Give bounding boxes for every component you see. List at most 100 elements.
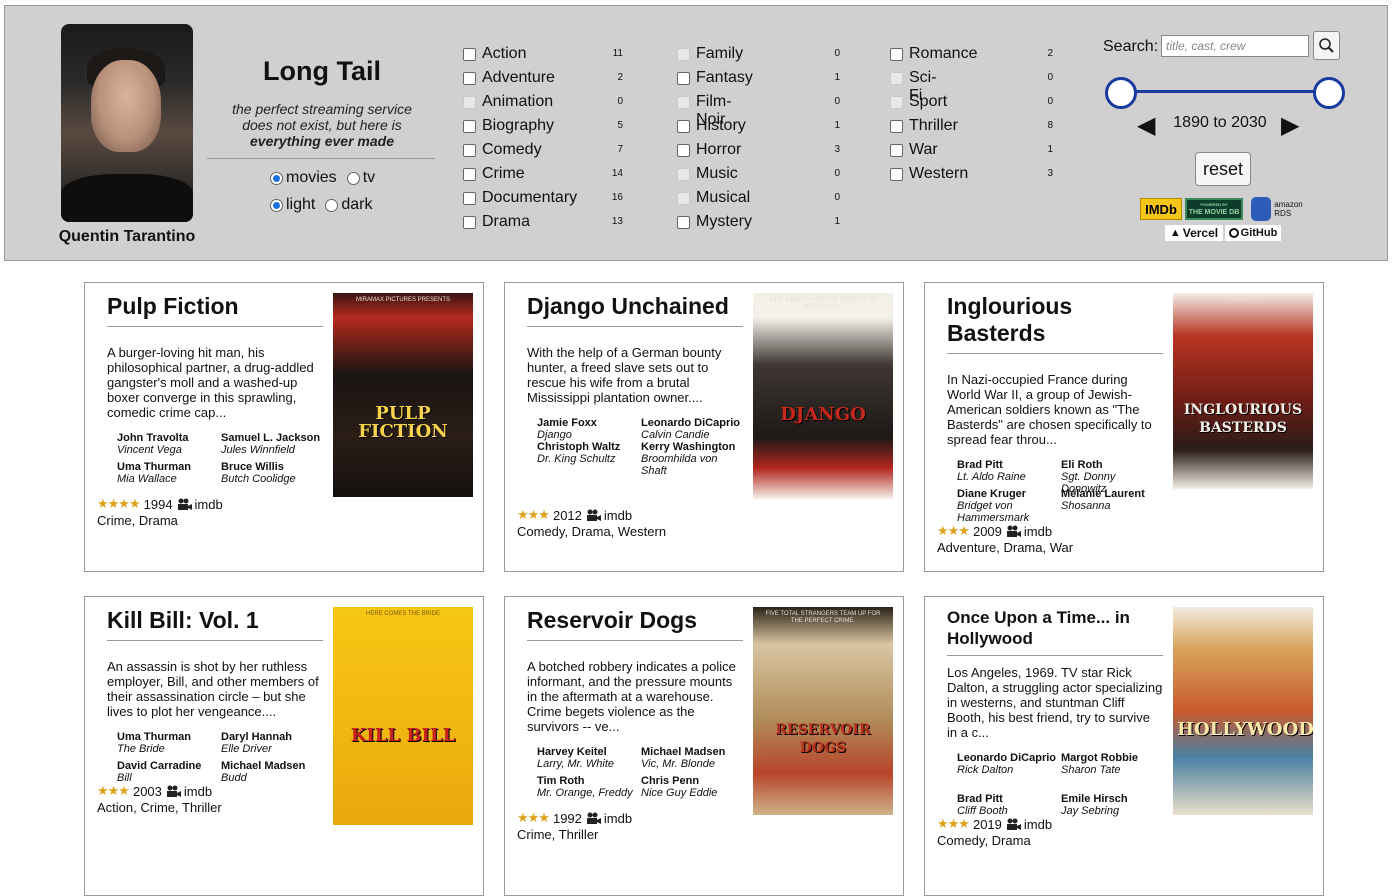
movie-card[interactable]: Inglourious Basterds In Nazi-occupied Fra… [924,282,1324,572]
rds-cylinder-icon [1251,197,1272,221]
cast-member[interactable]: Leonardo DiCaprio Calvin Candie [641,417,741,441]
film-camera-icon[interactable] [586,812,601,824]
genre-checkbox[interactable] [463,48,476,61]
genre-checkbox[interactable] [677,216,690,229]
radio-movies[interactable]: movies [270,169,337,187]
cast-member[interactable]: Jamie Foxx Django [537,417,637,441]
film-camera-icon[interactable] [177,498,192,510]
film-camera-icon[interactable] [1006,525,1021,537]
radio-light-indicator[interactable] [270,198,283,212]
cast-member[interactable]: Brad Pitt Lt. Aldo Raine [957,459,1057,483]
imdb-link[interactable]: imdb [184,784,212,799]
search-input[interactable]: title, cast, crew [1161,35,1309,57]
movie-card[interactable]: Pulp Fiction A burger-loving hit man, his… [84,282,484,572]
brand-title: Long Tail [263,56,381,86]
movie-title[interactable]: Reservoir Dogs [527,607,739,634]
movie-poster[interactable]: ONCE UPON A TIME IN HOLLYWOOD [1173,607,1313,815]
movie-card[interactable]: Django Unchained With the help of a Germa… [504,282,904,572]
genre-checkbox[interactable] [463,216,476,229]
film-camera-icon[interactable] [166,785,181,797]
movie-title[interactable]: Pulp Fiction [107,293,319,320]
imdb-logo[interactable]: IMDb [1140,198,1182,220]
cast-member[interactable]: Tim Roth Mr. Orange, Freddy [537,775,637,799]
movie-card[interactable]: Once Upon a Time... in Hollywood Los Ange… [924,596,1324,896]
genre-checkbox[interactable] [463,120,476,133]
cast-member[interactable]: David Carradine Bill [117,760,217,784]
year-slider-track[interactable] [1107,90,1337,93]
movie-poster[interactable]: LIFE, LIBERTY AND THE PURSUIT OF VENGEAN… [753,293,893,499]
film-camera-icon[interactable] [586,509,601,521]
genre-checkbox [677,96,690,109]
genre-checkbox[interactable] [890,144,903,157]
movie-title[interactable]: Once Upon a Time... in Hollywood [947,607,1159,649]
cast-member[interactable]: Michael Madsen Budd [221,760,321,784]
genre-checkbox[interactable] [463,144,476,157]
imdb-link[interactable]: imdb [604,811,632,826]
tmdb-logo[interactable]: POWERED BY THE MOVIE DB [1185,198,1243,220]
genre-checkbox[interactable] [677,144,690,157]
genre-checkbox[interactable] [677,72,690,85]
reset-button[interactable]: reset [1195,152,1251,186]
cast-member[interactable]: Michael Madsen Vic, Mr. Blonde [641,746,741,770]
movie-genres: Crime, Drama [97,513,178,528]
imdb-link[interactable]: imdb [604,508,632,523]
genre-label: Fantasy [696,69,753,86]
movie-plot: A burger-loving hit man, his philosophic… [107,345,314,420]
cast-member[interactable]: Samuel L. Jackson Jules Winnfield [221,432,321,456]
genre-count: 11 [612,48,623,59]
movie-poster[interactable]: HERE COMES THE BRIDE KILL BILL [333,607,473,825]
cast-member[interactable]: Bruce Willis Butch Coolidge [221,461,321,485]
imdb-link[interactable]: imdb [1024,817,1052,832]
genre-checkbox[interactable] [463,192,476,205]
cast-member[interactable]: Uma Thurman The Bride [117,731,217,755]
radio-tv-indicator[interactable] [346,171,360,185]
cast-member[interactable]: Brad Pitt Cliff Booth [957,793,1057,817]
cast-member[interactable]: Kerry Washington Broomhilda von Shaft [641,441,741,477]
imdb-link[interactable]: imdb [1024,524,1052,539]
year-left-arrow-icon[interactable]: ◀ [1137,111,1155,140]
movie-poster[interactable]: MIRAMAX PICTURES PRESENTS PULP FICTION [333,293,473,497]
cast-member[interactable]: Margot Robbie Sharon Tate [1061,752,1161,776]
year-right-arrow-icon[interactable]: ▶ [1281,111,1299,140]
genre-checkbox[interactable] [463,72,476,85]
amazon-rds-logo[interactable]: amazon RDS [1247,196,1307,222]
actor-name: Jamie Foxx [537,417,597,429]
genre-checkbox[interactable] [463,168,476,181]
cast-member[interactable]: Leonardo DiCaprio Rick Dalton [957,752,1057,776]
cast-member[interactable]: Uma Thurman Mia Wallace [117,461,217,485]
cast-member[interactable]: Harvey Keitel Larry, Mr. White [537,746,637,770]
radio-movies-indicator[interactable] [270,171,283,185]
cast-member[interactable]: Diane Kruger Bridget von Hammersmark [957,488,1057,524]
imdb-link[interactable]: imdb [195,497,223,512]
movie-card[interactable]: Kill Bill: Vol. 1 An assassin is shot by … [84,596,484,896]
movie-title[interactable]: Inglourious Basterds [947,293,1159,347]
movie-title[interactable]: Kill Bill: Vol. 1 [107,607,319,634]
genre-checkbox[interactable] [890,168,903,181]
cast-member[interactable]: Daryl Hannah Elle Driver [221,731,321,755]
year-slider-max-handle[interactable] [1313,77,1345,109]
movie-poster[interactable]: BRAD PITT INGLOURIOUS BASTERDS [1173,293,1313,489]
year-slider-min-handle[interactable] [1105,77,1137,109]
movie-title[interactable]: Django Unchained [527,293,739,320]
cast-member[interactable]: Emile Hirsch Jay Sebring [1061,793,1161,817]
search-button[interactable] [1313,31,1340,60]
vercel-logo[interactable]: ▲ Vercel [1165,225,1223,241]
film-camera-icon[interactable] [1006,818,1021,830]
cast-member[interactable]: Christoph Waltz Dr. King Schultz [537,441,637,465]
genre-checkbox [890,72,903,85]
cast-member[interactable]: Chris Penn Nice Guy Eddie [641,775,741,799]
actor-name: Diane Kruger [957,488,1027,500]
movie-poster[interactable]: Five Total Strangers Team Up For The Per… [753,607,893,815]
cast-member[interactable]: Mélanie Laurent Shosanna [1061,488,1161,512]
movie-card[interactable]: Reservoir Dogs A botched robbery indicate… [504,596,904,896]
genre-checkbox[interactable] [890,48,903,61]
radio-dark[interactable]: dark [325,196,372,214]
radio-tv[interactable]: tv [346,169,375,187]
github-logo[interactable]: GitHub [1225,225,1281,241]
genre-checkbox[interactable] [890,120,903,133]
genre-checkbox[interactable] [677,120,690,133]
cast-member[interactable]: John Travolta Vincent Vega [117,432,217,456]
movie-genres: Adventure, Drama, War [937,540,1074,555]
radio-dark-indicator[interactable] [325,198,339,212]
radio-light[interactable]: light [270,196,315,214]
